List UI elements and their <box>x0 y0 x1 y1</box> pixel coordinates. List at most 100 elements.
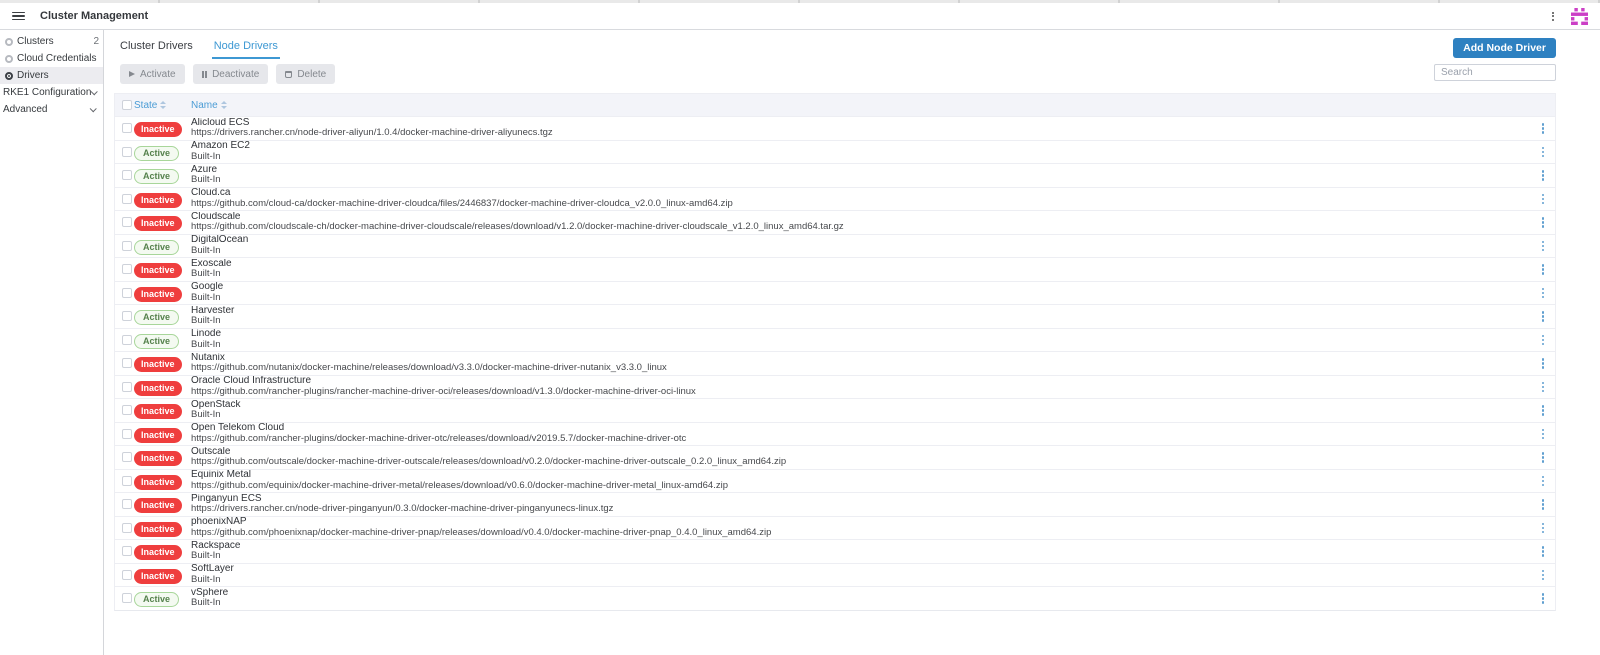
driver-name: DigitalOcean <box>191 235 1531 246</box>
table-body: Inactive Alicloud ECS https://drivers.ra… <box>115 116 1555 610</box>
row-actions-kebab-icon[interactable] <box>1540 215 1547 230</box>
sidebar-item-advanced[interactable]: Advanced <box>0 101 103 118</box>
driver-source: Built-In <box>191 410 1531 421</box>
deactivate-button[interactable]: Deactivate <box>193 64 269 84</box>
row-checkbox[interactable] <box>122 405 132 415</box>
sidebar-item-rke1-configuration[interactable]: RKE1 Configuration <box>0 84 103 101</box>
table-row: Inactive Open Telekom Cloud https://gith… <box>115 422 1555 446</box>
row-actions-kebab-icon[interactable] <box>1540 145 1547 160</box>
sidebar-item-clusters[interactable]: Clusters 2 <box>0 33 103 50</box>
search-input[interactable] <box>1434 64 1556 81</box>
driver-name: vSphere <box>191 588 1531 599</box>
driver-source: https://drivers.rancher.cn/node-driver-a… <box>191 128 1531 139</box>
row-checkbox[interactable] <box>122 429 132 439</box>
sidebar-item-cloud-credentials[interactable]: Cloud Credentials <box>0 50 103 67</box>
row-checkbox[interactable] <box>122 546 132 556</box>
row-checkbox[interactable] <box>122 241 132 251</box>
tab-node-drivers[interactable]: Node Drivers <box>212 40 280 59</box>
hamburger-menu-icon[interactable] <box>12 12 25 21</box>
column-header-name[interactable]: Name <box>191 100 227 111</box>
row-actions-kebab-icon[interactable] <box>1540 262 1547 277</box>
activate-label: Activate <box>140 69 176 80</box>
row-actions-kebab-icon[interactable] <box>1540 239 1547 254</box>
driver-name: Linode <box>191 329 1531 340</box>
top-header: Cluster Management <box>0 3 1600 30</box>
row-actions-kebab-icon[interactable] <box>1540 497 1547 512</box>
row-actions-kebab-icon[interactable] <box>1540 309 1547 324</box>
table-header-row: State Name <box>115 94 1555 116</box>
row-checkbox[interactable] <box>122 123 132 133</box>
row-actions-kebab-icon[interactable] <box>1540 192 1547 207</box>
row-actions-kebab-icon[interactable] <box>1540 450 1547 465</box>
table-row: Active Azure Built-In <box>115 163 1555 187</box>
app-window: Cluster Management Clusters 2 Cl <box>0 0 1600 655</box>
sidebar-item-drivers[interactable]: Drivers <box>0 67 103 84</box>
row-checkbox[interactable] <box>122 499 132 509</box>
row-checkbox[interactable] <box>122 288 132 298</box>
row-checkbox[interactable] <box>122 335 132 345</box>
row-checkbox[interactable] <box>122 264 132 274</box>
table-row: Inactive OpenStack Built-In <box>115 398 1555 422</box>
row-checkbox[interactable] <box>122 311 132 321</box>
row-actions-kebab-icon[interactable] <box>1540 286 1547 301</box>
row-checkbox[interactable] <box>122 476 132 486</box>
sort-icon <box>160 101 166 109</box>
row-checkbox[interactable] <box>122 452 132 462</box>
driver-source: https://github.com/nutanix/docker-machin… <box>191 363 1531 374</box>
driver-source: Built-In <box>191 316 1531 327</box>
status-badge: Inactive <box>134 404 182 419</box>
driver-name: Rackspace <box>191 541 1531 552</box>
chevron-down-icon <box>90 105 97 112</box>
user-avatar[interactable] <box>1571 8 1588 25</box>
status-badge: Inactive <box>134 522 182 537</box>
status-badge: Inactive <box>134 357 182 372</box>
driver-source: Built-In <box>191 340 1531 351</box>
row-actions-kebab-icon[interactable] <box>1540 427 1547 442</box>
activate-button[interactable]: Activate <box>120 64 185 84</box>
clusters-count-badge: 2 <box>93 36 99 47</box>
row-checkbox[interactable] <box>122 382 132 392</box>
status-badge: Inactive <box>134 381 182 396</box>
clusters-icon <box>5 38 13 46</box>
row-actions-kebab-icon[interactable] <box>1540 403 1547 418</box>
row-actions-kebab-icon[interactable] <box>1540 333 1547 348</box>
row-actions-kebab-icon[interactable] <box>1540 591 1547 606</box>
status-badge: Active <box>134 310 179 325</box>
row-actions-kebab-icon[interactable] <box>1540 521 1547 536</box>
column-header-state[interactable]: State <box>134 100 166 111</box>
row-checkbox[interactable] <box>122 593 132 603</box>
row-actions-kebab-icon[interactable] <box>1540 121 1547 136</box>
row-checkbox[interactable] <box>122 523 132 533</box>
row-actions-kebab-icon[interactable] <box>1540 356 1547 371</box>
row-checkbox[interactable] <box>122 170 132 180</box>
header-kebab-menu-icon[interactable] <box>1549 9 1557 24</box>
row-checkbox[interactable] <box>122 147 132 157</box>
select-all-checkbox[interactable] <box>122 100 132 110</box>
row-checkbox[interactable] <box>122 217 132 227</box>
status-badge: Inactive <box>134 451 182 466</box>
row-checkbox[interactable] <box>122 358 132 368</box>
row-actions-kebab-icon[interactable] <box>1540 544 1547 559</box>
row-actions-kebab-icon[interactable] <box>1540 168 1547 183</box>
cloud-credentials-icon <box>5 55 13 63</box>
table-row: Inactive SoftLayer Built-In <box>115 563 1555 587</box>
status-badge: Active <box>134 240 179 255</box>
tab-cluster-drivers[interactable]: Cluster Drivers <box>118 40 195 59</box>
add-node-driver-button[interactable]: Add Node Driver <box>1453 38 1556 58</box>
driver-name: SoftLayer <box>191 564 1531 575</box>
row-actions-kebab-icon[interactable] <box>1540 568 1547 583</box>
delete-button[interactable]: Delete <box>276 64 335 84</box>
row-actions-kebab-icon[interactable] <box>1540 474 1547 489</box>
row-checkbox[interactable] <box>122 570 132 580</box>
driver-source: https://drivers.rancher.cn/node-driver-p… <box>191 504 1531 515</box>
sidebar-item-label: Cloud Credentials <box>17 53 97 64</box>
row-actions-kebab-icon[interactable] <box>1540 380 1547 395</box>
driver-source: https://github.com/equinix/docker-machin… <box>191 481 1531 492</box>
driver-source: https://github.com/rancher-plugins/ranch… <box>191 387 1531 398</box>
name-column-label: Name <box>191 100 218 111</box>
status-badge: Active <box>134 334 179 349</box>
driver-name: Exoscale <box>191 259 1531 270</box>
table-row: Inactive Cloudscale https://github.com/c… <box>115 210 1555 234</box>
row-checkbox[interactable] <box>122 194 132 204</box>
table-row: Inactive Equinix Metal https://github.co… <box>115 469 1555 493</box>
